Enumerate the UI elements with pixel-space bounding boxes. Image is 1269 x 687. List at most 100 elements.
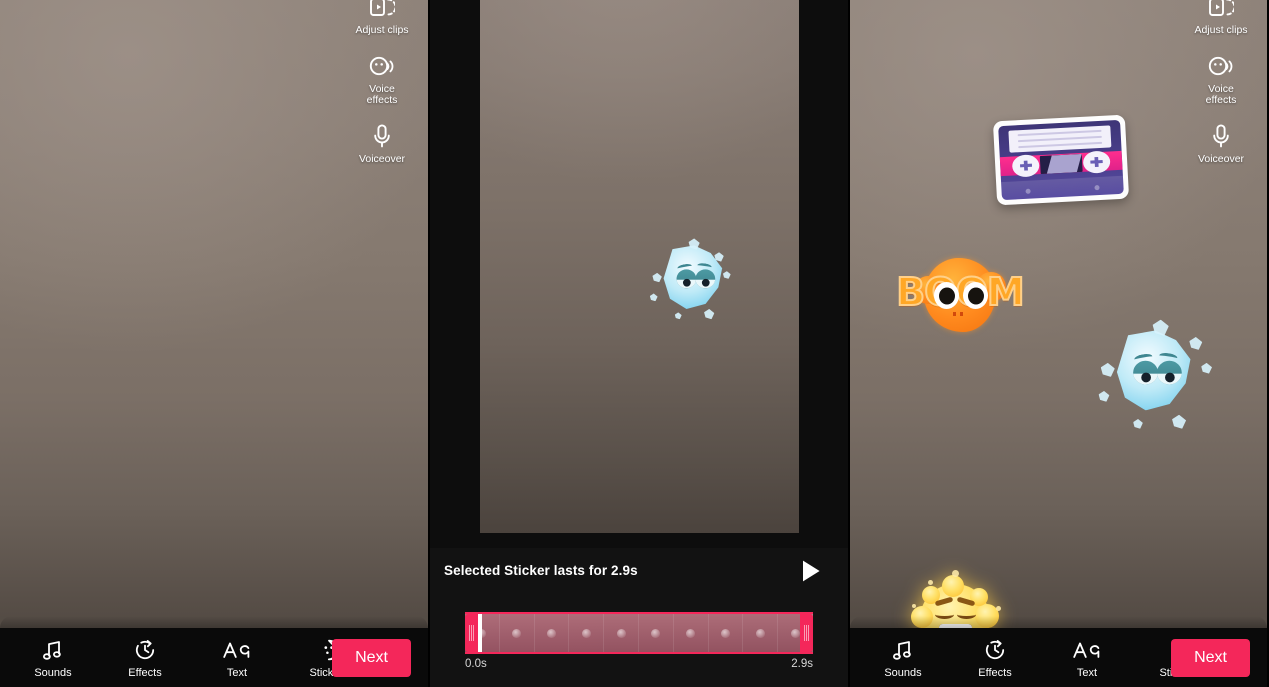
bottom-toolbar-items: Sounds Effects xyxy=(0,636,360,679)
frozen-ice-face-sticker[interactable] xyxy=(649,237,735,320)
cassette-base xyxy=(1001,176,1124,201)
sun-sparkle xyxy=(996,606,1001,611)
next-button[interactable]: Next xyxy=(332,638,411,677)
playhead[interactable] xyxy=(478,614,482,652)
next-button[interactable]: Next xyxy=(1171,638,1250,677)
side-tool-adjust-clips[interactable]: Adjust clips xyxy=(1181,0,1261,37)
bottom-toolbar-left: Sounds Effects Text Stickers Next xyxy=(0,628,428,687)
bottom-item-label: Effects xyxy=(978,667,1012,679)
side-tool-label: Voiceover xyxy=(1197,152,1245,165)
bottom-item-label: Text xyxy=(1076,667,1098,679)
voice-effects-label-line2: effects xyxy=(1205,94,1237,106)
boom-eye-right xyxy=(963,282,988,309)
panel-right: BOOM Adjust clips Voice effects Voiceove… xyxy=(850,0,1267,687)
text-aa-icon xyxy=(1072,636,1102,663)
ice-shard xyxy=(649,293,658,302)
trim-handle-right[interactable] xyxy=(800,614,813,652)
side-tool-label: Voice effects xyxy=(1205,82,1237,107)
side-tool-adjust-clips[interactable]: Adjust clips xyxy=(342,0,422,37)
timeline-end-time: 2.9s xyxy=(791,658,813,670)
ice-eye-right xyxy=(695,269,716,289)
play-icon[interactable] xyxy=(799,558,823,584)
cassette-window xyxy=(1040,153,1083,174)
cassette-body xyxy=(998,119,1124,201)
timeline-track-wrapper xyxy=(465,612,813,654)
cassette-tape-sticker[interactable] xyxy=(992,114,1130,206)
bottom-item-label: Sounds xyxy=(34,667,72,679)
timeline-frame xyxy=(673,614,709,652)
sun-sparkle xyxy=(952,570,959,577)
ice-shard xyxy=(704,308,715,320)
effects-clock-icon xyxy=(133,636,157,663)
side-tool-label: Adjust clips xyxy=(1194,24,1248,36)
timeline-header: Selected Sticker lasts for 2.9s xyxy=(430,548,848,594)
cassette-label xyxy=(1008,125,1112,154)
bottom-toolbar-right: Sounds Effects Text Next xyxy=(850,628,1267,687)
adjust-clips-icon xyxy=(1206,0,1236,22)
adjust-clips-icon xyxy=(367,0,397,22)
voiceover-microphone-icon xyxy=(1206,121,1236,151)
timeline-frame xyxy=(638,614,674,652)
trim-handle-left[interactable] xyxy=(465,614,478,652)
bottom-item-effects[interactable]: Effects xyxy=(114,636,176,679)
side-tool-voice-effects[interactable]: Voice effects xyxy=(1181,51,1261,107)
boom-text: BOOM xyxy=(895,269,1025,315)
timeline-start-time: 0.0s xyxy=(465,658,487,670)
sun-eye-right xyxy=(957,610,976,619)
side-tool-voiceover[interactable]: Voiceover xyxy=(342,121,422,166)
ice-shard xyxy=(674,312,682,320)
effects-clock-icon xyxy=(983,636,1007,663)
voice-effects-label-line1: Voice xyxy=(1208,82,1234,95)
side-tool-voiceover[interactable]: Voiceover xyxy=(1181,121,1261,166)
sun-sparkle xyxy=(912,604,916,608)
ice-shard xyxy=(1133,419,1143,429)
boom-eye-left xyxy=(934,282,959,309)
voice-effects-label-line1: Voice xyxy=(369,82,395,95)
bottom-item-label: Text xyxy=(226,667,248,679)
voice-effects-icon xyxy=(367,51,397,81)
ice-eye-left xyxy=(1133,360,1158,385)
preview-stage-middle xyxy=(430,0,848,548)
timeline-title: Selected Sticker lasts for 2.9s xyxy=(444,563,638,578)
bottom-item-sounds[interactable]: Sounds xyxy=(22,636,84,679)
sun-sparkle xyxy=(928,580,933,585)
timeline-frame xyxy=(499,614,535,652)
ice-shard xyxy=(1100,362,1115,377)
voiceover-microphone-icon xyxy=(367,121,397,151)
timeline-frame xyxy=(743,614,779,652)
bottom-item-text[interactable]: Text xyxy=(1056,636,1118,679)
ice-shard xyxy=(1189,336,1203,350)
bottom-item-label: Effects xyxy=(128,667,162,679)
voice-effects-icon xyxy=(1206,51,1236,81)
music-note-icon xyxy=(41,636,65,663)
boom-sticker[interactable]: BOOM xyxy=(895,252,1026,338)
ice-shard xyxy=(1098,390,1110,402)
ice-eye-left xyxy=(676,269,697,289)
ice-eye-right xyxy=(1156,360,1182,385)
sticker-duration-timeline: Selected Sticker lasts for 2.9s 0.0s 2.9… xyxy=(430,548,848,687)
bottom-item-text[interactable]: Text xyxy=(206,636,268,679)
side-toolbar-left: Adjust clips Voice effects Voiceover xyxy=(342,0,422,179)
timeline-frame xyxy=(708,614,744,652)
text-aa-icon xyxy=(222,636,252,663)
voice-effects-label-line2: effects xyxy=(366,94,398,106)
timeline-frame xyxy=(534,614,570,652)
ice-shard xyxy=(652,272,662,283)
bottom-item-label: Sounds xyxy=(884,667,922,679)
panel-middle: Selected Sticker lasts for 2.9s 0.0s 2.9… xyxy=(428,0,850,687)
ice-shard xyxy=(1201,362,1212,374)
video-preview-middle[interactable] xyxy=(480,0,799,533)
ice-shard xyxy=(1172,414,1187,429)
ice-shard xyxy=(722,271,731,279)
side-tool-label: Voiceover xyxy=(358,152,406,165)
frozen-ice-face-sticker[interactable] xyxy=(1098,319,1218,437)
timeline-track[interactable] xyxy=(465,612,813,654)
panel-left: Adjust clips Voice effects Voiceover Sou… xyxy=(0,0,428,687)
music-note-icon xyxy=(891,636,915,663)
side-tool-voice-effects[interactable]: Voice effects xyxy=(342,51,422,107)
side-tool-label: Voice effects xyxy=(366,82,398,107)
bottom-item-effects[interactable]: Effects xyxy=(964,636,1026,679)
boom-nose xyxy=(953,312,967,316)
bottom-item-sounds[interactable]: Sounds xyxy=(872,636,934,679)
video-backdrop xyxy=(480,0,799,533)
